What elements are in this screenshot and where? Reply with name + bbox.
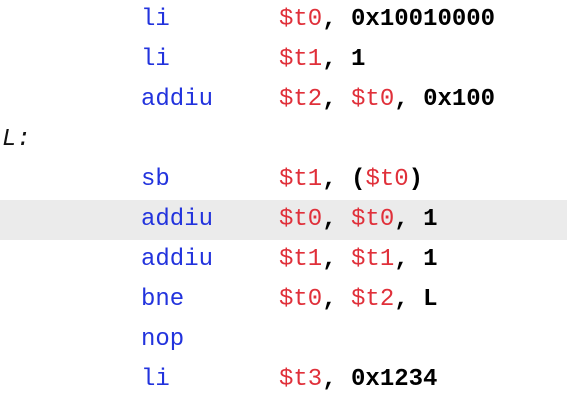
instruction-operands: $t1, $t1, 1 <box>279 240 437 280</box>
operand-punctuation: , <box>394 246 424 273</box>
operand-register: $t0 <box>351 86 395 113</box>
operand-immediate: 1 <box>423 206 438 233</box>
code-line[interactable]: nop <box>0 320 567 360</box>
operand-punctuation: , <box>322 6 352 33</box>
operand-immediate: 1 <box>351 46 366 73</box>
code-line[interactable]: li $t1, 1 <box>0 40 567 80</box>
operand-register: $t1 <box>279 46 323 73</box>
instruction-mnemonic: addiu <box>141 206 214 233</box>
instruction-mnemonic: addiu <box>141 246 214 273</box>
instruction-mnemonic: sb <box>141 166 170 193</box>
operand-register: $t0 <box>365 166 409 193</box>
operand-punctuation: ) <box>408 166 424 193</box>
operand-punctuation: , <box>394 206 424 233</box>
operand-register: $t0 <box>279 206 323 233</box>
instruction-mnemonic: addiu <box>141 86 214 113</box>
operand-punctuation: , <box>322 206 352 233</box>
instruction-operands: $t0, 0x10010000 <box>279 0 495 40</box>
code-line-highlighted[interactable]: addiu $t0, $t0, 1 <box>0 200 567 240</box>
instruction-mnemonic: nop <box>141 326 185 353</box>
instruction-operands: $t2, $t0, 0x100 <box>279 80 495 120</box>
operand-register: $t3 <box>279 366 323 393</box>
operand-register: $t2 <box>351 286 395 313</box>
instruction-mnemonic: li <box>141 6 170 33</box>
code-line[interactable]: li $t3, 0x1234 <box>0 360 567 400</box>
operand-register: $t1 <box>279 166 323 193</box>
code-line[interactable]: sb $t1, ($t0) <box>0 160 567 200</box>
operand-punctuation: , <box>322 246 352 273</box>
operand-punctuation: , ( <box>322 166 366 193</box>
instruction-operands: $t1, ($t0) <box>279 160 423 200</box>
code-label: L: <box>2 126 31 153</box>
code-line[interactable]: L: <box>0 120 567 160</box>
operand-register: $t0 <box>279 286 323 313</box>
operand-immediate: L <box>423 286 438 313</box>
operand-register: $t2 <box>279 86 323 113</box>
operand-punctuation: , <box>322 86 352 113</box>
assembly-code-listing: li $t0, 0x10010000 li $t1, 1 addiu $t2, $t0, … <box>0 0 567 400</box>
code-line[interactable]: addiu $t1, $t1, 1 <box>0 240 567 280</box>
operand-register: $t0 <box>279 6 323 33</box>
instruction-mnemonic: li <box>141 366 170 393</box>
code-line[interactable]: addiu $t2, $t0, 0x100 <box>0 80 567 120</box>
code-line[interactable]: li $t0, 0x10010000 <box>0 0 567 40</box>
instruction-operands: $t0, $t0, 1 <box>279 200 437 240</box>
operand-immediate: 0x10010000 <box>351 6 496 33</box>
operand-punctuation: , <box>322 46 352 73</box>
instruction-operands: $t1, 1 <box>279 40 365 80</box>
operand-punctuation: , <box>322 366 352 393</box>
operand-punctuation: , <box>394 286 424 313</box>
instruction-mnemonic: bne <box>141 286 185 313</box>
operand-immediate: 0x1234 <box>351 366 438 393</box>
instruction-operands: $t3, 0x1234 <box>279 360 437 400</box>
operand-immediate: 0x100 <box>423 86 496 113</box>
operand-register: $t1 <box>279 246 323 273</box>
operand-punctuation: , <box>394 86 424 113</box>
code-line[interactable]: bne $t0, $t2, L <box>0 280 567 320</box>
instruction-mnemonic: li <box>141 46 170 73</box>
operand-register: $t0 <box>351 206 395 233</box>
operand-punctuation: , <box>322 286 352 313</box>
operand-immediate: 1 <box>423 246 438 273</box>
instruction-operands: $t0, $t2, L <box>279 280 437 320</box>
operand-register: $t1 <box>351 246 395 273</box>
